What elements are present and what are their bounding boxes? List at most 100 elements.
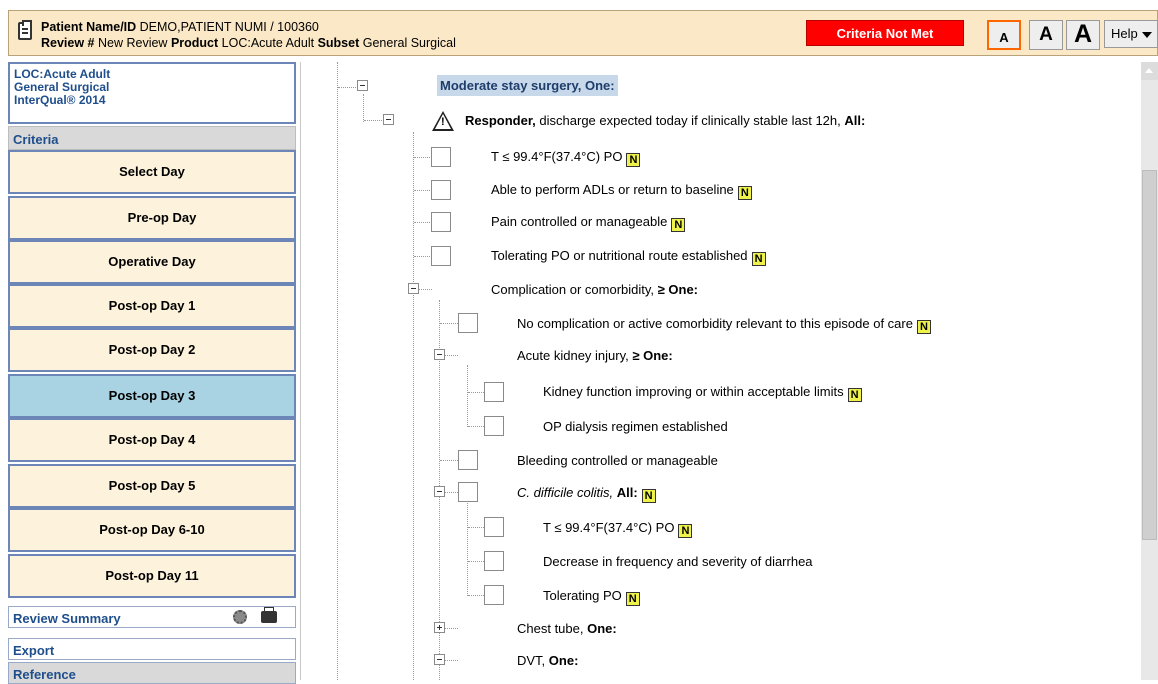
expand-toggle[interactable]	[434, 622, 445, 633]
sidebar-item-select-day[interactable]: Select Day	[8, 150, 296, 194]
criteria-item: OP dialysis regimen established	[543, 419, 728, 435]
sidebar-item-post-op-day-11[interactable]: Post-op Day 11	[8, 554, 296, 598]
font-size-large-button[interactable]: A	[1066, 20, 1100, 50]
collapse-toggle[interactable]	[357, 80, 368, 91]
tree-line	[467, 365, 468, 427]
sidebar-criteria-header[interactable]: Criteria	[8, 126, 296, 150]
patient-label: Patient Name/ID	[41, 20, 137, 34]
tree-branch	[468, 527, 484, 528]
criteria-status-button[interactable]: Criteria Not Met	[806, 20, 964, 46]
criteria-item-label: Tolerating PO	[543, 588, 622, 603]
sidebar-item-reference[interactable]: Reference	[8, 662, 296, 684]
sidebar-info: LOC:Acute Adult General Surgical InterQu…	[8, 62, 296, 124]
tree-branch	[468, 595, 484, 596]
sidebar-version: InterQual® 2014	[14, 93, 106, 107]
sidebar: LOC:Acute Adult General Surgical InterQu…	[8, 62, 296, 684]
criteria-checkbox[interactable]	[458, 313, 478, 333]
criteria-checkbox[interactable]	[484, 416, 504, 436]
review-summary-label: Review Summary	[13, 611, 121, 626]
note-icon[interactable]: N	[847, 388, 862, 402]
tree-line	[337, 62, 338, 680]
criteria-item: Tolerating PO or nutritional route estab…	[491, 248, 766, 266]
sidebar-item-export[interactable]: Export	[8, 638, 296, 660]
collapse-toggle[interactable]	[408, 283, 419, 294]
collapse-toggle[interactable]	[383, 114, 394, 125]
chest-tube-row: Chest tube, One:	[517, 621, 617, 637]
criteria-item-label: T ≤ 99.4°F(37.4°C) PO	[543, 520, 675, 535]
sidebar-item-operative-day[interactable]: Operative Day	[8, 240, 296, 284]
note-icon[interactable]: N	[916, 320, 931, 334]
aki-row: Acute kidney injury, ≥ One:	[517, 348, 673, 364]
note-icon[interactable]: N	[671, 218, 686, 232]
chest-tube-label: Chest tube,	[517, 621, 588, 636]
criteria-checkbox[interactable]	[484, 517, 504, 537]
criteria-item-label: No complication or active comorbidity re…	[517, 316, 913, 331]
criteria-checkbox[interactable]	[431, 246, 451, 266]
cdiff-qualifier: All:	[616, 485, 638, 500]
sidebar-item-post-op-day-1[interactable]: Post-op Day 1	[8, 284, 296, 328]
tree-branch	[468, 561, 484, 562]
note-icon[interactable]: N	[625, 592, 640, 606]
criteria-checkbox[interactable]	[431, 212, 451, 232]
help-label: Help	[1111, 26, 1138, 41]
sidebar-item-post-op-day-4[interactable]: Post-op Day 4	[8, 418, 296, 462]
note-icon[interactable]: N	[626, 153, 641, 167]
patient-line: Patient Name/ID DEMO,PATIENT NUMI / 1003…	[41, 20, 319, 34]
sidebar-item-post-op-day-6-10[interactable]: Post-op Day 6-10	[8, 508, 296, 552]
criteria-checkbox[interactable]	[431, 180, 451, 200]
clipboard-icon	[18, 20, 32, 40]
criteria-item-label: Tolerating PO or nutritional route estab…	[491, 248, 748, 263]
root-criteria[interactable]: Moderate stay surgery, One:	[437, 75, 618, 96]
font-size-small-button[interactable]: A	[987, 20, 1021, 50]
tree-branch	[414, 157, 432, 158]
note-icon[interactable]: N	[751, 252, 766, 266]
criteria-item: No complication or active comorbidity re…	[517, 316, 931, 334]
responder-qualifier: All:	[844, 113, 866, 128]
tree-branch	[414, 222, 432, 223]
note-icon[interactable]: N	[678, 524, 693, 538]
criteria-item: T ≤ 99.4°F(37.4°C) PO N	[491, 149, 641, 167]
sidebar-item-post-op-day-3[interactable]: Post-op Day 3	[8, 374, 296, 418]
criteria-checkbox[interactable]	[484, 382, 504, 402]
criteria-item: Decrease in frequency and severity of di…	[543, 554, 813, 570]
sidebar-item-review-summary[interactable]: Review Summary	[8, 606, 296, 628]
criteria-checkbox[interactable]	[458, 450, 478, 470]
sidebar-item-post-op-day-5[interactable]: Post-op Day 5	[8, 464, 296, 508]
responder-title: Responder,	[465, 113, 536, 128]
gear-icon[interactable]	[233, 610, 247, 624]
printer-icon[interactable]	[261, 607, 277, 623]
dvt-qualifier: One:	[548, 653, 579, 668]
criteria-tree-panel	[300, 62, 1141, 680]
tree-branch	[414, 190, 432, 191]
review-line: Review # New Review Product LOC:Acute Ad…	[41, 36, 456, 50]
note-icon[interactable]: N	[641, 489, 656, 503]
tree-line	[413, 132, 414, 680]
comorbidity-row: Complication or comorbidity, ≥ One:	[491, 282, 698, 298]
collapse-toggle[interactable]	[434, 486, 445, 497]
criteria-item: T ≤ 99.4°F(37.4°C) PO N	[543, 520, 693, 538]
chest-tube-qualifier: One:	[587, 621, 617, 636]
collapse-toggle[interactable]	[434, 654, 445, 665]
tree-branch	[338, 87, 358, 88]
tree-line	[467, 499, 468, 596]
criteria-item-label: Decrease in frequency and severity of di…	[543, 554, 813, 569]
scroll-up-icon[interactable]	[1141, 62, 1158, 80]
responder-row: Responder, discharge expected today if c…	[465, 113, 865, 129]
font-size-medium-button[interactable]: A	[1029, 20, 1063, 50]
scrollbar-thumb[interactable]	[1142, 170, 1157, 540]
criteria-checkbox[interactable]	[484, 551, 504, 571]
criteria-item-label: OP dialysis regimen established	[543, 419, 728, 434]
criteria-checkbox[interactable]	[458, 482, 478, 502]
product-value: LOC:Acute Adult	[221, 36, 315, 50]
aki-qualifier: ≥ One:	[632, 348, 673, 363]
criteria-checkbox[interactable]	[431, 147, 451, 167]
sidebar-item-pre-op-day[interactable]: Pre-op Day	[8, 196, 296, 240]
sidebar-item-post-op-day-2[interactable]: Post-op Day 2	[8, 328, 296, 372]
dvt-row: DVT, One:	[517, 653, 578, 669]
note-icon[interactable]: N	[737, 186, 752, 200]
collapse-toggle[interactable]	[434, 349, 445, 360]
help-menu[interactable]: Help	[1104, 20, 1158, 48]
responder-desc: discharge expected today if clinically s…	[535, 113, 845, 128]
criteria-checkbox[interactable]	[484, 585, 504, 605]
criteria-item: Pain controlled or manageable N	[491, 214, 686, 232]
